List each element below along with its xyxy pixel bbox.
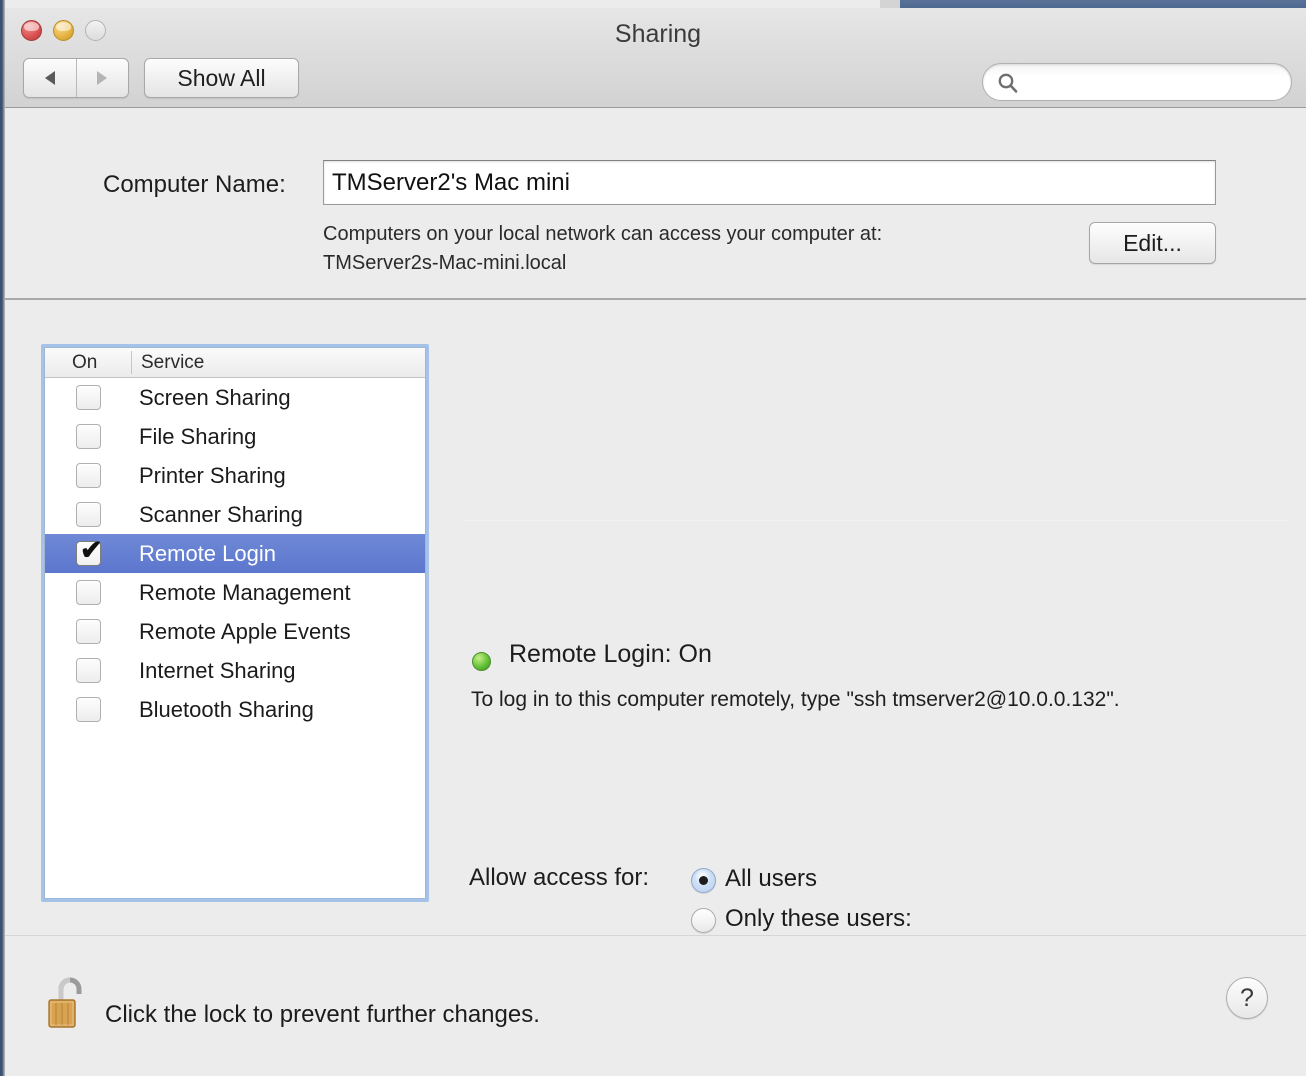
table-row[interactable]: Printer Sharing — [45, 456, 425, 495]
radio-all-users-label[interactable]: All users — [725, 865, 817, 893]
table-row[interactable]: ✔ Remote Login — [45, 534, 425, 573]
navigation-button-group — [23, 58, 129, 98]
column-divider — [131, 351, 132, 374]
preferences-footer: Click the lock to prevent further change… — [5, 935, 1306, 1076]
services-table-inner: On Service Screen Sharing File Sharing Pri… — [44, 347, 426, 899]
computer-name-input[interactable] — [323, 160, 1216, 205]
table-row[interactable]: Remote Apple Events — [45, 612, 425, 651]
sharing-body: On Service Screen Sharing File Sharing Pri… — [5, 302, 1306, 1076]
checkmark-icon: ✔ — [80, 535, 103, 565]
services-table-header: On Service — [45, 348, 425, 378]
service-name-label: Screen Sharing — [139, 384, 291, 410]
service-name-label: Bluetooth Sharing — [139, 696, 314, 722]
table-row[interactable]: File Sharing — [45, 417, 425, 456]
service-name-label: Internet Sharing — [139, 657, 296, 683]
allow-access-label: Allow access for: — [469, 864, 650, 891]
service-enable-checkbox[interactable] — [76, 619, 101, 644]
radio-all-users[interactable] — [691, 868, 716, 893]
table-row[interactable]: Remote Management — [45, 573, 425, 612]
service-enable-checkbox[interactable] — [76, 658, 101, 683]
radio-dot-icon — [699, 876, 708, 885]
unlocked-padlock-icon[interactable] — [47, 974, 93, 1030]
table-row[interactable]: Screen Sharing — [45, 378, 425, 417]
radio-only-these-users-label[interactable]: Only these users: — [725, 905, 912, 933]
service-name-label: Scanner Sharing — [139, 501, 303, 527]
hostname-note-line1: Computers on your local network can acce… — [323, 223, 883, 245]
table-row[interactable]: Scanner Sharing — [45, 495, 425, 534]
window-toolbar: Sharing Show All — [5, 8, 1306, 108]
search-icon — [997, 72, 1019, 94]
window-title: Sharing — [614, 20, 702, 48]
search-field[interactable] — [982, 63, 1292, 101]
service-enable-checkbox[interactable] — [76, 463, 101, 488]
table-row[interactable]: Internet Sharing — [45, 651, 425, 690]
service-enable-checkbox[interactable] — [76, 580, 101, 605]
radio-only-these-users[interactable] — [691, 908, 716, 933]
column-header-service: Service — [141, 352, 205, 373]
edit-hostname-button[interactable]: Edit... — [1089, 222, 1216, 264]
services-table[interactable]: On Service Screen Sharing File Sharing Pri… — [41, 344, 429, 902]
sharing-preferences-window: Sharing Show All Computer Name: Computer… — [0, 0, 1306, 1076]
services-row-container: Screen Sharing File Sharing Printer Sharin… — [45, 378, 425, 729]
column-header-on: On — [72, 352, 98, 373]
show-all-button[interactable]: Show All — [144, 58, 299, 98]
table-row[interactable]: Bluetooth Sharing — [45, 690, 425, 729]
computer-name-label: Computer Name: — [103, 171, 286, 198]
back-button[interactable] — [24, 59, 76, 97]
service-enable-checkbox[interactable] — [76, 502, 101, 527]
service-status-title: Remote Login: On — [509, 640, 712, 668]
service-enable-checkbox[interactable] — [76, 697, 101, 722]
green-status-dot — [472, 652, 491, 671]
lock-hint-text: Click the lock to prevent further change… — [105, 1001, 540, 1028]
service-status-hint: To log in to this computer remotely, typ… — [471, 688, 1120, 711]
service-name-label: Remote Apple Events — [139, 618, 351, 644]
hostname-note-line2: TMServer2s-Mac-mini.local — [323, 252, 567, 274]
triangle-left-icon — [44, 71, 55, 85]
service-enable-checkbox[interactable]: ✔ — [76, 537, 103, 566]
service-name-label: Printer Sharing — [139, 462, 286, 488]
forward-button[interactable] — [75, 59, 129, 97]
service-name-label: Remote Login — [139, 540, 276, 566]
service-name-label: Remote Management — [139, 579, 351, 605]
service-enable-checkbox[interactable] — [76, 424, 101, 449]
search-input[interactable] — [1025, 65, 1281, 99]
service-name-label: File Sharing — [139, 423, 257, 449]
help-button[interactable]: ? — [1226, 977, 1268, 1019]
triangle-right-icon — [97, 71, 108, 85]
computer-name-section: Computer Name: Computers on your local n… — [5, 109, 1306, 300]
service-enable-checkbox[interactable] — [76, 385, 101, 410]
panel-divider — [464, 520, 1288, 521]
